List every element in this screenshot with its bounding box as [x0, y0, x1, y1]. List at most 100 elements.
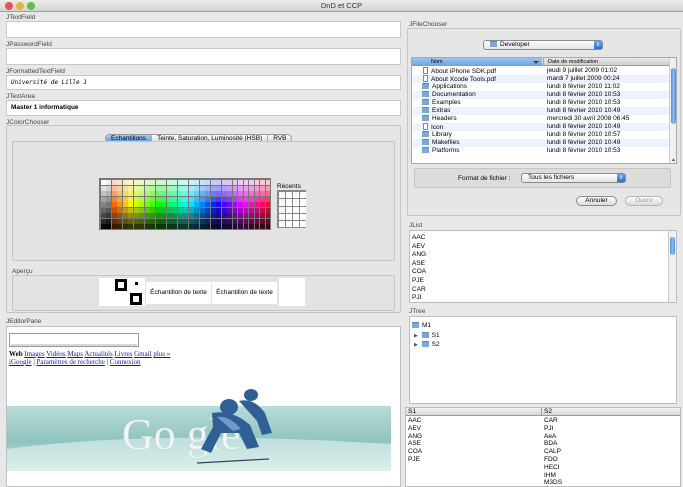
color-swatch[interactable] [172, 213, 178, 219]
color-swatch[interactable] [128, 207, 134, 213]
color-swatch[interactable] [161, 224, 167, 230]
color-swatch[interactable] [111, 180, 117, 185]
color-swatch[interactable] [133, 196, 139, 202]
color-swatch[interactable] [106, 180, 112, 185]
color-swatch[interactable] [111, 196, 117, 202]
color-swatch[interactable] [188, 213, 194, 219]
color-swatch[interactable] [172, 207, 178, 213]
color-swatch[interactable] [205, 224, 211, 230]
color-swatch[interactable] [210, 191, 216, 197]
color-swatch[interactable] [216, 180, 222, 185]
color-swatch[interactable] [106, 224, 112, 230]
color-swatch[interactable] [183, 224, 189, 230]
color-swatch[interactable] [243, 224, 249, 230]
color-swatch[interactable] [238, 218, 243, 224]
recent-swatch[interactable] [300, 221, 306, 228]
color-swatch[interactable] [111, 202, 117, 208]
color-swatch[interactable] [194, 185, 200, 191]
text-area[interactable]: Master 1 informatique [6, 100, 401, 116]
color-swatch[interactable] [161, 202, 167, 208]
color-swatch[interactable] [139, 202, 145, 208]
color-swatch[interactable] [199, 196, 205, 202]
color-swatch[interactable] [260, 185, 265, 191]
color-swatch[interactable] [133, 180, 139, 185]
color-swatch[interactable] [205, 185, 211, 191]
color-swatch[interactable] [150, 202, 156, 208]
open-button[interactable]: Ouvrir [625, 196, 663, 206]
list-item[interactable]: ANG [412, 251, 426, 260]
color-swatch[interactable] [232, 185, 238, 191]
color-swatch[interactable] [144, 185, 150, 191]
color-swatch[interactable] [106, 202, 112, 208]
color-swatch[interactable] [144, 207, 150, 213]
color-swatch[interactable] [199, 207, 205, 213]
color-swatch[interactable] [265, 202, 271, 208]
color-swatch[interactable] [177, 207, 183, 213]
color-swatch[interactable] [106, 185, 112, 191]
color-swatch[interactable] [260, 207, 265, 213]
color-swatch[interactable] [216, 185, 222, 191]
color-swatch[interactable] [177, 213, 183, 219]
recent-swatch[interactable] [286, 221, 292, 228]
color-swatch[interactable] [199, 185, 205, 191]
link-images[interactable]: Images [24, 350, 44, 358]
color-swatch[interactable] [254, 191, 260, 197]
color-swatch[interactable] [254, 213, 260, 219]
color-swatch[interactable] [243, 202, 249, 208]
color-swatch[interactable] [265, 196, 271, 202]
color-swatch[interactable] [254, 202, 260, 208]
color-swatch[interactable] [155, 218, 161, 224]
color-swatch[interactable] [177, 180, 183, 185]
color-swatch[interactable] [122, 213, 128, 219]
color-swatch[interactable] [177, 202, 183, 208]
color-swatch[interactable] [243, 191, 249, 197]
file-row[interactable]: Platforms lundi 8 février 2010 10:53 [412, 147, 670, 155]
recent-swatch[interactable] [279, 192, 285, 199]
color-swatch[interactable] [194, 196, 200, 202]
color-swatch[interactable] [243, 196, 249, 202]
color-swatch[interactable] [254, 196, 260, 202]
file-table-scrollbar[interactable]: ▲▼ [669, 58, 676, 163]
color-swatch[interactable] [194, 213, 200, 219]
list-item[interactable]: AAC [412, 234, 426, 243]
recent-swatches[interactable] [277, 190, 306, 228]
color-swatch[interactable] [183, 202, 189, 208]
color-swatch[interactable] [139, 218, 145, 224]
color-swatch[interactable] [111, 185, 117, 191]
color-swatch[interactable] [117, 202, 123, 208]
color-swatch[interactable] [210, 213, 216, 219]
color-swatch[interactable] [106, 213, 112, 219]
color-swatch[interactable] [249, 191, 254, 197]
color-swatch[interactable] [216, 218, 222, 224]
table-cell[interactable]: CALP [544, 448, 562, 456]
recent-swatch[interactable] [293, 221, 299, 228]
tree-node-s2[interactable]: ▶ S2 [414, 341, 440, 348]
color-swatch[interactable] [101, 180, 106, 185]
table-cell[interactable]: AEV [408, 425, 422, 433]
link-igoogle[interactable]: iGoogle [9, 358, 32, 366]
color-swatch[interactable] [177, 191, 183, 197]
color-swatch[interactable] [144, 191, 150, 197]
color-swatch[interactable] [133, 207, 139, 213]
recent-swatch[interactable] [300, 213, 306, 221]
color-swatch[interactable] [128, 224, 134, 230]
color-swatch[interactable] [166, 196, 172, 202]
color-swatch[interactable] [221, 218, 227, 224]
color-swatch[interactable] [183, 191, 189, 197]
color-swatch[interactable] [172, 185, 178, 191]
recent-swatch[interactable] [293, 206, 299, 213]
color-swatch[interactable] [199, 202, 205, 208]
link-maps[interactable]: Maps [67, 350, 83, 358]
color-swatch[interactable] [177, 185, 183, 191]
recent-swatch[interactable] [286, 213, 292, 221]
color-swatch[interactable] [155, 196, 161, 202]
color-swatch[interactable] [139, 213, 145, 219]
recent-swatch[interactable] [279, 206, 285, 213]
recent-swatch[interactable] [293, 192, 299, 199]
color-swatch[interactable] [227, 185, 232, 191]
color-swatch[interactable] [194, 207, 200, 213]
color-swatch[interactable] [183, 185, 189, 191]
color-swatch[interactable] [133, 218, 139, 224]
color-swatch[interactable] [265, 213, 271, 219]
color-swatch[interactable] [265, 218, 271, 224]
